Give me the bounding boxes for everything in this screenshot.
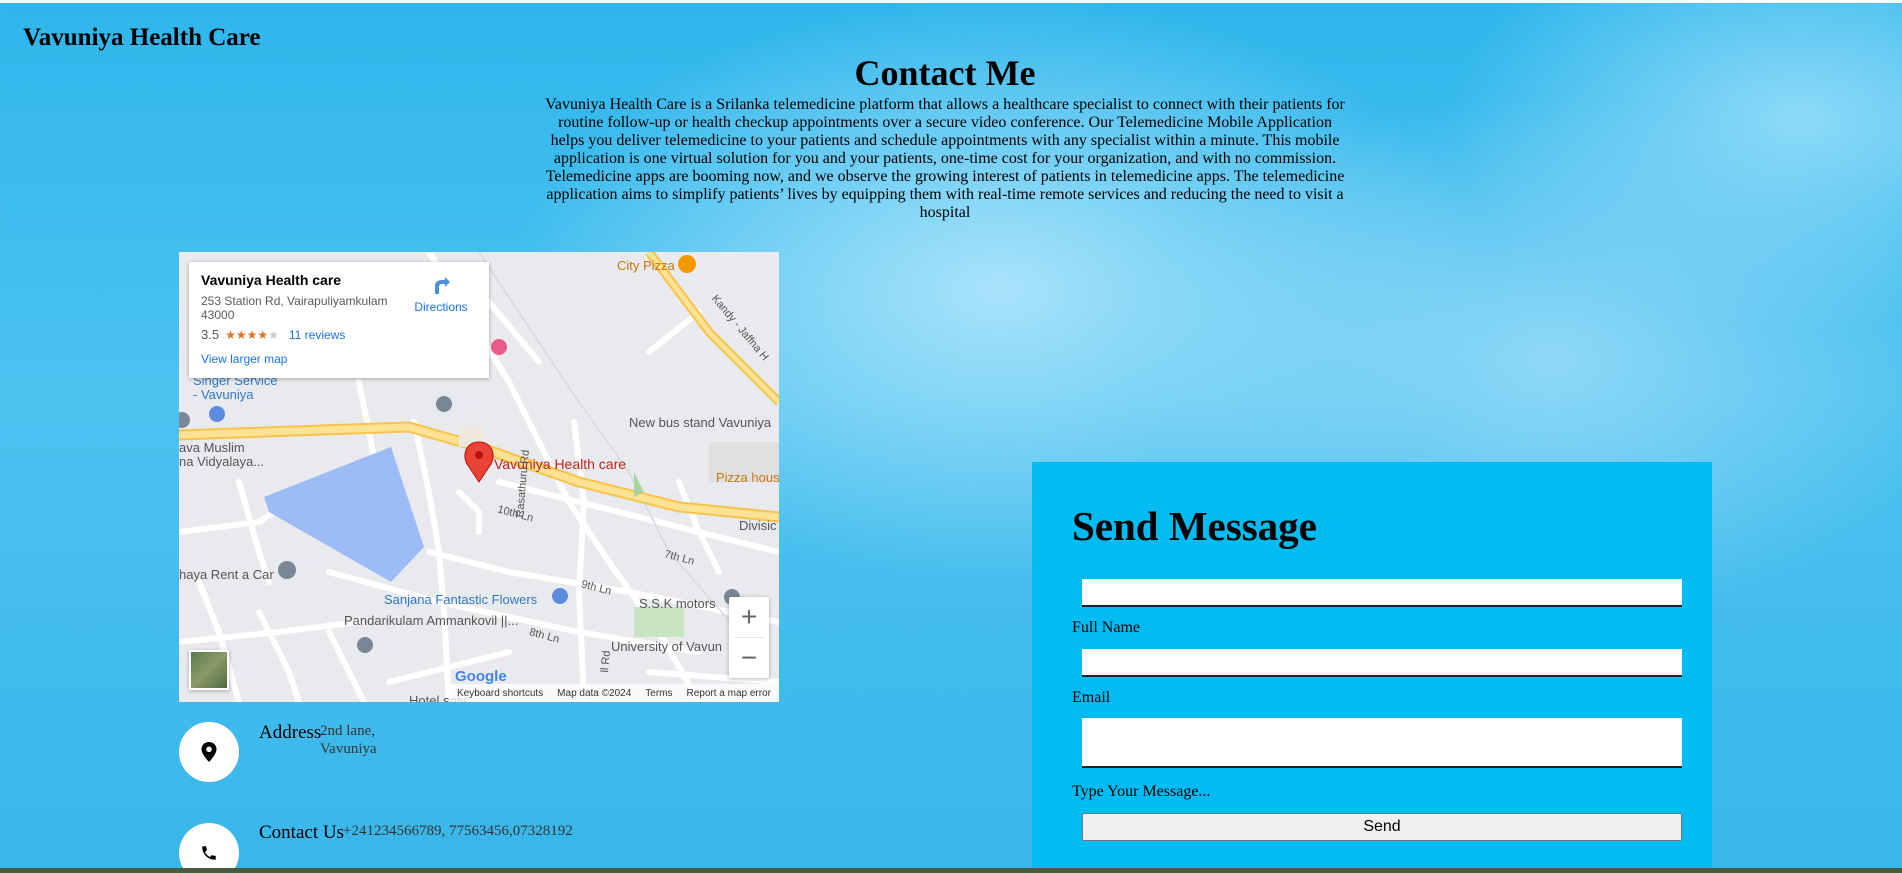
email-label: Email [1072, 689, 1111, 706]
map-label-divisional: Divisic [739, 518, 777, 533]
contact-phones: +241234566789, 77563456,07328192 [343, 823, 573, 839]
map-label-new-bus-stand: New bus stand Vavuniya [629, 415, 772, 430]
map-label-ll-rd: ll Rd [599, 650, 613, 674]
map-label-city-pizza: City Pizza [617, 258, 675, 273]
intro-paragraph: Vavuniya Health Care is a Srilanka telem… [545, 96, 1345, 221]
email-input[interactable] [1082, 649, 1682, 677]
google-logo: Google [455, 668, 507, 685]
full-name-input[interactable] [1082, 579, 1682, 607]
form-title: Send Message [1072, 503, 1317, 549]
zoom-in-button[interactable]: + [729, 597, 769, 637]
rating-stars: ★★★★★ [225, 328, 279, 342]
map-info-card: Vavuniya Health care 253 Station Rd, Vai… [189, 262, 489, 378]
embedded-map[interactable]: City Pizza Kandy - Jaffna H Singer Servi… [179, 252, 779, 702]
map-label-university: University of Vavun [611, 639, 723, 654]
address-title: Address [259, 722, 322, 743]
map-label-pandarikulam: Pandarikulam Ammankovil ||... [344, 613, 519, 628]
zoom-out-button[interactable]: − [729, 638, 769, 678]
address-line-2: Vavuniya [320, 741, 377, 757]
keyboard-shortcuts-link[interactable]: Keyboard shortcuts [457, 688, 543, 699]
zoom-controls: + − [729, 597, 769, 678]
map-label-pizza-house: Pizza hous [716, 470, 779, 485]
place-address: 253 Station Rd, Vairapuliyamkulam 43000 [201, 294, 388, 322]
contact-title: Contact Us [259, 822, 344, 843]
location-pin-icon [201, 742, 217, 762]
map-label-health-care: Vavuniya Health care [494, 456, 627, 472]
google-logo-text: Google [455, 668, 507, 685]
map-label-rent-a-car: haya Rent a Car [179, 567, 274, 582]
map-label-sanjana: Sanjana Fantastic Flowers [384, 592, 538, 607]
message-textarea[interactable] [1082, 718, 1682, 768]
report-error-link[interactable]: Report a map error [687, 688, 771, 699]
map-label-muslim-2: na Vidyalaya... [179, 454, 265, 469]
address-circle [179, 722, 239, 782]
full-name-label: Full Name [1072, 619, 1140, 636]
address-line-1: 2nd lane, [320, 723, 375, 739]
directions-label: Directions [414, 300, 468, 314]
map-label-muslim-1: ava Muslim [179, 440, 245, 455]
stars-filled: ★★★★ [225, 327, 269, 342]
page-title: Contact Me [854, 53, 1036, 93]
site-brand[interactable]: Vavuniya Health Care [23, 24, 261, 52]
terms-link[interactable]: Terms [645, 688, 672, 699]
map-data-text: Map data ©2024 [557, 687, 632, 699]
send-message-panel: Send Message Full Name Email Type Your M… [1032, 462, 1712, 873]
top-strip [0, 0, 1902, 3]
satellite-toggle[interactable] [189, 650, 229, 690]
map-footer: Keyboard shortcuts Map data ©2024 Terms … [449, 684, 779, 702]
send-button[interactable]: Send [1082, 813, 1682, 841]
rating-row: 3.5 ★★★★★ 11 reviews [201, 327, 477, 342]
directions-button[interactable]: Directions [411, 276, 471, 314]
reviews-link[interactable]: 11 reviews [289, 328, 345, 342]
phone-icon [202, 846, 216, 860]
bottom-strip [0, 868, 1902, 873]
map-label-ssk-motors: S.S.K motors [639, 596, 716, 611]
phone-circle [179, 823, 239, 873]
map-label-singer-2: - Vavuniya [193, 387, 254, 402]
rating-value: 3.5 [201, 327, 220, 342]
view-larger-map-link[interactable]: View larger map [201, 352, 477, 366]
directions-icon [435, 277, 450, 294]
message-label: Type Your Message... [1072, 783, 1211, 800]
stars-empty: ★ [268, 327, 279, 342]
